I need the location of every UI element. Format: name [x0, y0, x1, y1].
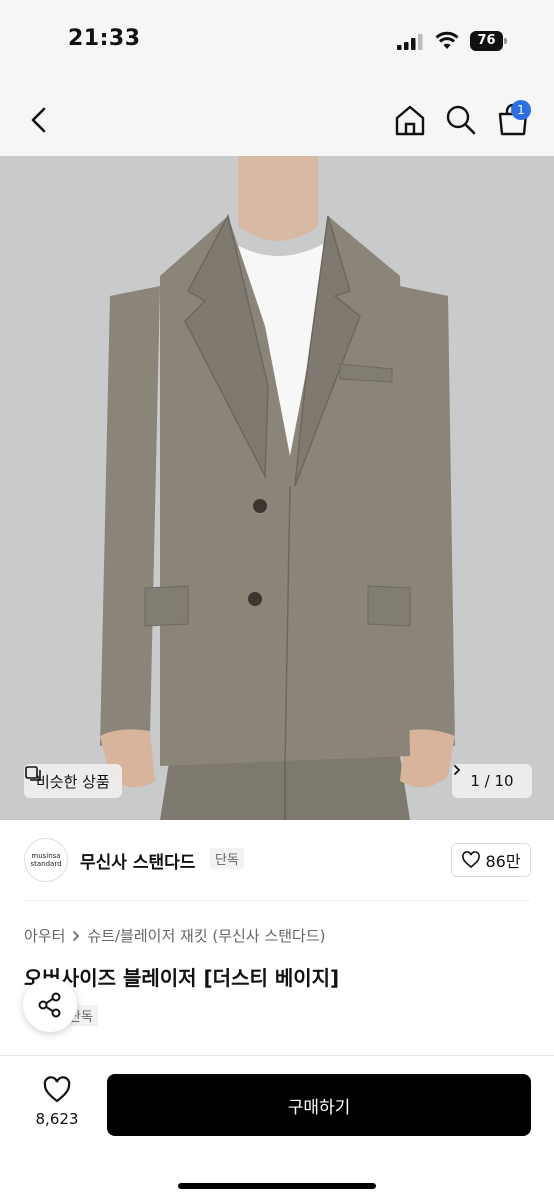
chevron-right-icon — [454, 765, 461, 775]
product-image[interactable]: 비슷한 상품 1 / 10 — [0, 156, 554, 820]
buy-button[interactable]: 구매하기 — [107, 1074, 531, 1136]
status-time: 21:33 — [68, 26, 141, 51]
wishlist-count: 8,623 — [35, 1110, 79, 1128]
heart-icon — [462, 851, 481, 869]
breadcrumb: 아우터 슈트/블레이저 재킷 (무신사 스탠다드) — [24, 925, 325, 946]
product-photo — [0, 156, 554, 820]
similar-items-icon — [25, 766, 41, 781]
status-bar: 21:33 76 — [0, 0, 554, 84]
share-icon — [38, 992, 61, 1018]
breadcrumb-item-category[interactable]: 슈트/블레이저 재킷 (무신사 스탠다드) — [87, 925, 325, 946]
wishlist-button[interactable]: 8,623 — [22, 1076, 92, 1128]
similar-products-button[interactable]: 비슷한 상품 — [24, 764, 122, 798]
brand-like-count: 86만 — [485, 852, 521, 871]
product-title: 오버사이즈 블레이저 [더스티 베이지] — [24, 966, 340, 990]
image-page-indicator[interactable]: 1 / 10 — [452, 764, 532, 798]
heart-icon — [43, 1076, 71, 1103]
exclusive-badge: 단독 — [210, 848, 244, 869]
chevron-right-icon — [73, 930, 80, 941]
battery-icon: 76 — [470, 31, 507, 51]
brand-row: musinsa standard 무신사 스탠다드 단독 86만 — [0, 835, 554, 885]
brand-like-button[interactable]: 86만 — [451, 843, 531, 877]
share-button[interactable] — [23, 978, 77, 1032]
search-icon[interactable] — [443, 102, 479, 138]
page-indicator-text: 1 / 10 — [470, 772, 514, 790]
cart-badge: 1 — [511, 100, 531, 120]
similar-products-label: 비슷한 상품 — [36, 772, 110, 791]
brand-name[interactable]: 무신사 스탠다드 — [80, 848, 195, 873]
battery-level: 76 — [470, 31, 503, 51]
nav-bar — [0, 84, 554, 156]
divider — [24, 900, 530, 901]
cellular-signal-icon — [397, 34, 423, 50]
home-indicator — [178, 1183, 376, 1189]
chevron-left-icon[interactable] — [22, 102, 58, 138]
breadcrumb-item-outer[interactable]: 아우터 — [24, 925, 65, 946]
home-icon[interactable] — [392, 102, 428, 138]
brand-logo[interactable]: musinsa standard — [24, 838, 68, 882]
bottom-action-bar: 8,623 구매하기 — [0, 1055, 554, 1200]
wifi-icon — [435, 31, 459, 49]
